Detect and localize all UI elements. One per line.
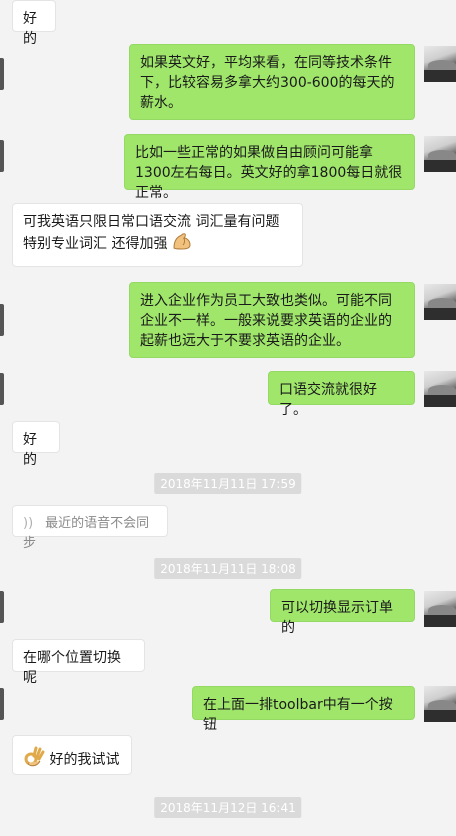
sent-message: 比如一些正常的如果做自由顾问可能拿1300左右每日。英文好的拿1800每日就很正…	[0, 134, 456, 201]
avatar[interactable]	[424, 371, 456, 407]
message-text: 在上面一排toolbar中有一个按钮	[203, 697, 393, 733]
avatar[interactable]	[424, 46, 456, 82]
avatar[interactable]	[424, 136, 456, 172]
sent-message: 可以切换显示订单的	[0, 589, 456, 636]
message-text: 最近的语音不会同步	[23, 516, 150, 551]
message-bubble[interactable]: 在上面一排toolbar中有一个按钮	[192, 686, 415, 733]
avatar[interactable]	[424, 591, 456, 627]
message-bubble[interactable]: 比如一些正常的如果做自由顾问可能拿1300左右每日。英文好的拿1800每日就很正…	[124, 134, 415, 201]
message-bubble[interactable]: 可以切换显示订单的	[270, 589, 415, 636]
message-bubble[interactable]: 好的我试试	[12, 735, 132, 775]
avatar[interactable]	[424, 686, 456, 722]
received-message: 在哪个位置切换呢	[0, 639, 456, 686]
avatar-edge	[0, 304, 4, 336]
message-text: 好的	[23, 11, 37, 47]
message-bubble[interactable]: 进入企业作为员工大致也类似。可能不同企业不一样。一般来说要求英语的企业的起薪也远…	[129, 282, 415, 358]
ok-hand-icon	[23, 746, 45, 774]
message-text: 可我英语只限日常口语交流 词汇量有问题特别专业词汇 还得加强	[23, 214, 280, 252]
message-text: 可以切换显示订单的	[281, 600, 393, 636]
avatar-edge	[0, 688, 4, 720]
message-bubble[interactable]: 好的	[12, 0, 56, 47]
sent-message: 进入企业作为员工大致也类似。可能不同企业不一样。一般来说要求英语的企业的起薪也远…	[0, 282, 456, 360]
received-message: 可我英语只限日常口语交流 词汇量有问题特别专业词汇 还得加强	[0, 203, 456, 269]
sent-message: 如果英文好，平均来看，在同等技术条件下，比较容易多拿大约300-600的每天的薪…	[0, 44, 456, 124]
avatar-edge	[0, 140, 4, 172]
sent-message: 在上面一排toolbar中有一个按钮	[0, 686, 456, 733]
message-bubble[interactable]: 在哪个位置切换呢	[12, 639, 145, 686]
avatar-edge	[0, 58, 4, 90]
avatar[interactable]	[424, 284, 456, 320]
timestamp: 2018年11月12日 16:41	[154, 797, 302, 818]
message-bubble[interactable]: 口语交流就很好了。	[268, 371, 415, 418]
message-bubble[interactable]: )) 最近的语音不会同步	[12, 505, 168, 551]
message-bubble[interactable]: 可我英语只限日常口语交流 词汇量有问题特别专业词汇 还得加强	[12, 203, 303, 267]
message-text: 比如一些正常的如果做自由顾问可能拿1300左右每日。英文好的拿1800每日就很正…	[135, 145, 403, 201]
avatar-edge	[0, 591, 4, 623]
message-bubble[interactable]: 如果英文好，平均来看，在同等技术条件下，比较容易多拿大约300-600的每天的薪…	[129, 44, 415, 120]
received-message: 好的我试试	[0, 735, 456, 779]
message-text: 在哪个位置切换呢	[23, 650, 121, 686]
voice-icon: ))	[23, 516, 34, 531]
received-message: 好的	[0, 421, 456, 468]
message-text: 进入企业作为员工大致也类似。可能不同企业不一样。一般来说要求英语的企业的起薪也远…	[140, 293, 392, 349]
timestamp: 2018年11月11日 17:59	[154, 473, 302, 494]
received-message: 好的	[0, 0, 456, 47]
flexed-biceps-icon	[172, 232, 192, 256]
timestamp: 2018年11月11日 18:08	[154, 558, 302, 579]
message-text: 如果英文好，平均来看，在同等技术条件下，比较容易多拿大约300-600的每天的薪…	[140, 55, 395, 111]
sent-message: 口语交流就很好了。	[0, 371, 456, 418]
message-text: 好的	[23, 432, 37, 468]
message-bubble[interactable]: 好的	[12, 421, 60, 468]
avatar-edge	[0, 373, 4, 405]
message-text: 好的我试试	[49, 752, 120, 768]
received-message: )) 最近的语音不会同步	[0, 505, 456, 551]
message-text: 口语交流就很好了。	[279, 382, 377, 418]
